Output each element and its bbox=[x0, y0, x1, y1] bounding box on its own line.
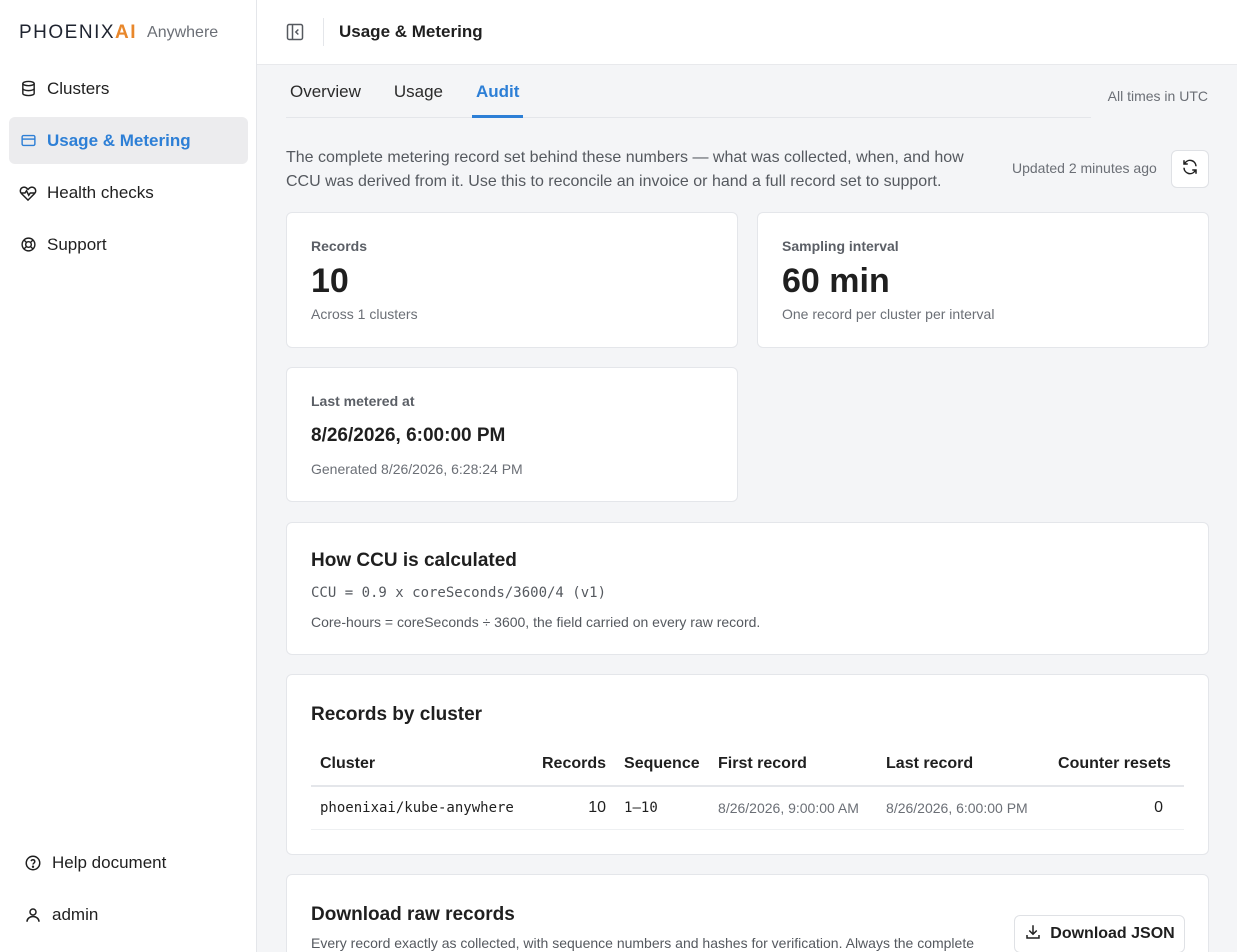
heart-pulse-icon bbox=[19, 184, 37, 202]
lifebuoy-icon bbox=[19, 236, 37, 254]
ccu-note: Core-hours = coreSeconds ÷ 3600, the fie… bbox=[311, 614, 761, 630]
sidebar-item-label: Usage & Metering bbox=[47, 130, 191, 150]
tab-overview[interactable]: Overview bbox=[286, 65, 365, 118]
stat-label: Sampling interval bbox=[782, 238, 899, 254]
collapse-sidebar-icon[interactable] bbox=[285, 22, 305, 42]
section-title: Download raw records bbox=[311, 904, 515, 925]
sidebar-item-label: Health checks bbox=[47, 182, 154, 202]
column-header: Sequence bbox=[615, 743, 710, 787]
column-header: Records bbox=[533, 743, 616, 787]
section-title: Records by cluster bbox=[311, 704, 483, 725]
stat-label: Records bbox=[311, 238, 368, 254]
section-title: How CCU is calculated bbox=[311, 550, 517, 571]
ccu-formula: CCU = 0.9 x coreSeconds/3600/4 (v1) bbox=[311, 585, 607, 601]
sidebar-bottom: Help document admin bbox=[14, 839, 244, 943]
sidebar-item-label: Support bbox=[47, 234, 107, 254]
sidebar-item-health-checks[interactable]: Health checks bbox=[9, 169, 248, 216]
counter-resets-cell: 0 bbox=[1049, 786, 1184, 830]
last-record-cell: 8/26/2026, 6:00:00 PM bbox=[877, 786, 1050, 830]
user-name: admin bbox=[52, 904, 99, 924]
sampling-interval-value: 60 min bbox=[782, 262, 890, 300]
records-by-cluster-card: Records by cluster Cluster Records Seque… bbox=[286, 674, 1209, 855]
table-row: phoenixai/kube-anywhere 10 1–10 8/26/202… bbox=[311, 786, 1184, 830]
stat-sub: One record per cluster per interval bbox=[782, 306, 995, 322]
stat-sub: Generated 8/26/2026, 6:28:24 PM bbox=[311, 461, 523, 477]
sidebar-item-support[interactable]: Support bbox=[9, 221, 248, 268]
records-table: Cluster Records Sequence First record La… bbox=[311, 743, 1184, 830]
user-menu[interactable]: admin bbox=[14, 891, 244, 938]
refresh-icon bbox=[1181, 158, 1199, 181]
sidebar-item-label: Clusters bbox=[47, 78, 110, 98]
sidebar-item-clusters[interactable]: Clusters bbox=[9, 65, 248, 112]
help-document-link[interactable]: Help document bbox=[14, 839, 244, 886]
help-document-label: Help document bbox=[52, 852, 167, 872]
stat-sub: Across 1 clusters bbox=[311, 306, 418, 322]
top-bar: Usage & Metering bbox=[257, 0, 1237, 65]
tab-usage[interactable]: Usage bbox=[390, 65, 447, 118]
ccu-calculation-card: How CCU is calculated CCU = 0.9 x coreSe… bbox=[286, 522, 1209, 655]
sidebar-nav: Clusters Usage & Metering Health checks … bbox=[9, 65, 248, 273]
sidebar-item-usage-metering[interactable]: Usage & Metering bbox=[9, 117, 248, 164]
column-header: Cluster bbox=[311, 743, 533, 787]
user-icon bbox=[24, 906, 42, 924]
page-title: Usage & Metering bbox=[339, 22, 483, 41]
brand-logo[interactable]: PHOENIX AI Anywhere bbox=[19, 21, 218, 45]
column-header: Last record bbox=[877, 743, 1050, 787]
card-icon bbox=[19, 132, 37, 150]
product-name: Anywhere bbox=[147, 24, 219, 41]
logo-main-text: PHOENIX bbox=[19, 22, 116, 43]
logo-wordmark: PHOENIX AI bbox=[19, 22, 137, 44]
download-json-button[interactable]: Download JSON bbox=[1014, 915, 1185, 952]
first-record-cell: 8/26/2026, 9:00:00 AM bbox=[709, 786, 878, 830]
sequence-cell: 1–10 bbox=[615, 786, 710, 830]
timezone-note: All times in UTC bbox=[1107, 88, 1208, 104]
help-circle-icon bbox=[24, 854, 42, 872]
records-count: 10 bbox=[311, 262, 349, 300]
stat-label: Last metered at bbox=[311, 393, 415, 409]
cluster-cell: phoenixai/kube-anywhere bbox=[311, 786, 533, 830]
sidebar: PHOENIX AI Anywhere Clusters Usage & Mete… bbox=[0, 0, 257, 952]
logo-ai-text: AI bbox=[115, 22, 138, 43]
column-header: Counter resets bbox=[1049, 743, 1184, 787]
database-icon bbox=[19, 80, 37, 98]
column-header: First record bbox=[709, 743, 878, 787]
download-icon bbox=[1024, 923, 1050, 946]
records-stat-card: Records 10 Across 1 clusters bbox=[286, 212, 738, 348]
tab-audit[interactable]: Audit bbox=[472, 65, 524, 118]
refresh-button[interactable] bbox=[1171, 150, 1209, 188]
sampling-interval-card: Sampling interval 60 min One record per … bbox=[757, 212, 1209, 348]
download-description: Every record exactly as collected, with … bbox=[311, 935, 974, 951]
table-header-row: Cluster Records Sequence First record La… bbox=[311, 743, 1184, 787]
download-records-card: Download raw records Every record exactl… bbox=[286, 874, 1209, 952]
download-button-label: Download JSON bbox=[1050, 925, 1175, 942]
last-metered-value: 8/26/2026, 6:00:00 PM bbox=[311, 425, 506, 446]
updated-timestamp: Updated 2 minutes ago bbox=[1012, 160, 1157, 176]
tab-bar: Overview Usage Audit bbox=[286, 65, 1091, 118]
topbar-divider bbox=[323, 18, 324, 46]
records-cell: 10 bbox=[533, 786, 616, 830]
audit-intro-text: The complete metering record set behind … bbox=[286, 149, 964, 190]
last-metered-card: Last metered at 8/26/2026, 6:00:00 PM Ge… bbox=[286, 367, 738, 502]
